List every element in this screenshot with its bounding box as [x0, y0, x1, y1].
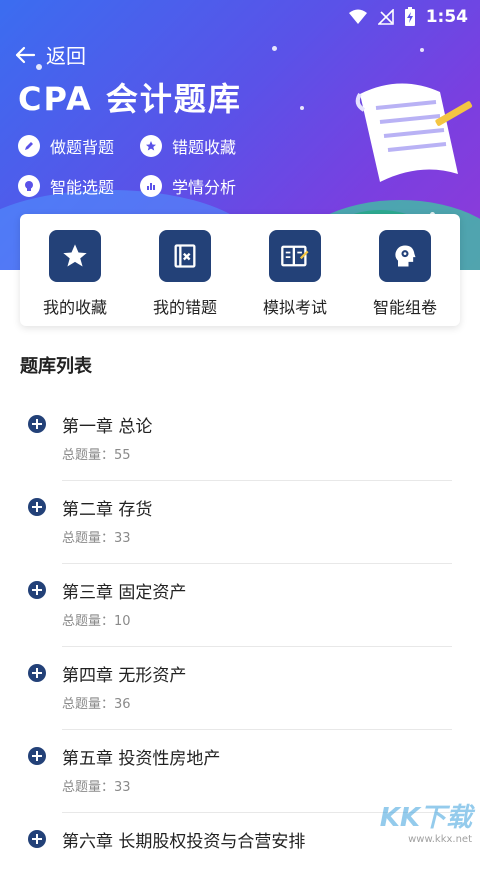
feature-practice[interactable]: 做题背题: [18, 134, 140, 158]
feature-label: 错题收藏: [172, 138, 237, 157]
page-title: CPA 会计题库: [18, 80, 242, 118]
quick-action-label: 智能组卷: [372, 298, 437, 317]
chapter-count: 总题量：33: [62, 527, 131, 546]
chapter-count: 总题量：36: [62, 693, 131, 712]
chapter-list: 第一章 总论 总题量：55 第二章 存货 总题量：33 第三章 固定资产 总题量…: [0, 398, 480, 896]
exam-icon: [269, 230, 321, 282]
sparkle-dot: [420, 48, 424, 52]
chapter-title: 第二章 存货: [62, 500, 153, 520]
chapter-row[interactable]: 第五章 投资性房地产 总题量：33: [0, 730, 480, 813]
feature-wrong-favorites[interactable]: 错题收藏: [140, 134, 262, 158]
quick-action-label: 模拟考试: [262, 298, 327, 317]
mock-exam-button[interactable]: 模拟考试: [245, 230, 345, 318]
count-label: 总题量：: [62, 531, 115, 546]
wrong-book-icon: [159, 230, 211, 282]
back-label: 返回: [46, 44, 86, 68]
chapter-title: 第一章 总论: [62, 417, 153, 437]
chapter-row[interactable]: 第六章 长期股权投资与合营安排: [0, 813, 480, 896]
my-favorites-button[interactable]: 我的收藏: [25, 230, 125, 318]
count-value: 10: [114, 614, 131, 629]
chapter-title: 第五章 投资性房地产: [62, 749, 221, 769]
chapter-row[interactable]: 第一章 总论 总题量：55: [0, 398, 480, 481]
expand-plus-icon[interactable]: [28, 415, 46, 433]
sparkle-dot: [300, 106, 304, 110]
feature-label: 智能选题: [50, 178, 115, 197]
count-label: 总题量：: [62, 614, 115, 629]
battery-charging-icon: [404, 7, 415, 26]
paper-pen-illustration: [355, 83, 473, 182]
feature-highlights: 做题背题 错题收藏 智能选题 学情分析: [18, 134, 268, 198]
quick-action-label: 我的收藏: [42, 298, 107, 317]
feature-label: 做题背题: [50, 138, 115, 157]
quick-action-label: 我的错题: [152, 298, 217, 317]
smart-paper-button[interactable]: 智能组卷: [355, 230, 455, 318]
brain-icon: [18, 175, 40, 197]
wifi-icon: [348, 9, 367, 24]
sparkle-dot: [272, 46, 277, 51]
chapter-title: 第四章 无形资产: [62, 666, 187, 686]
count-value: 33: [114, 780, 131, 795]
back-arrow-icon: [15, 46, 36, 63]
count-value: 33: [114, 531, 131, 546]
section-title: 题库列表: [20, 356, 92, 377]
star-icon: [49, 230, 101, 282]
chapter-row[interactable]: 第二章 存货 总题量：33: [0, 481, 480, 564]
chapter-row[interactable]: 第三章 固定资产 总题量：10: [0, 564, 480, 647]
expand-plus-icon[interactable]: [28, 581, 46, 599]
chart-icon: [140, 175, 162, 197]
feature-analysis[interactable]: 学情分析: [140, 174, 262, 198]
count-value: 36: [114, 697, 131, 712]
chapter-row[interactable]: 第四章 无形资产 总题量：36: [0, 647, 480, 730]
expand-plus-icon[interactable]: [28, 664, 46, 682]
expand-plus-icon[interactable]: [28, 830, 46, 848]
smart-head-icon: [379, 230, 431, 282]
expand-plus-icon[interactable]: [28, 747, 46, 765]
count-label: 总题量：: [62, 448, 115, 463]
chapter-title: 第三章 固定资产: [62, 583, 187, 603]
count-value: 55: [114, 448, 131, 463]
quick-actions-card: 我的收藏 我的错题 模拟考试 智能组卷: [20, 214, 460, 326]
count-label: 总题量：: [62, 780, 115, 795]
chapter-count: 总题量：55: [62, 444, 131, 463]
no-signal-icon: [377, 9, 394, 25]
star-icon: [140, 135, 162, 157]
expand-plus-icon[interactable]: [28, 498, 46, 516]
edit-icon: [18, 135, 40, 157]
status-bar: 1:54: [0, 0, 480, 34]
status-time: 1:54: [425, 7, 468, 27]
feature-label: 学情分析: [172, 178, 237, 197]
feature-smart-select[interactable]: 智能选题: [18, 174, 140, 198]
back-button[interactable]: 返回: [14, 40, 86, 69]
count-label: 总题量：: [62, 697, 115, 712]
chapter-title: 第六章 长期股权投资与合营安排: [62, 832, 306, 852]
my-wrong-questions-button[interactable]: 我的错题: [135, 230, 235, 318]
chapter-count: 总题量：33: [62, 776, 131, 795]
chapter-count: 总题量：10: [62, 610, 131, 629]
